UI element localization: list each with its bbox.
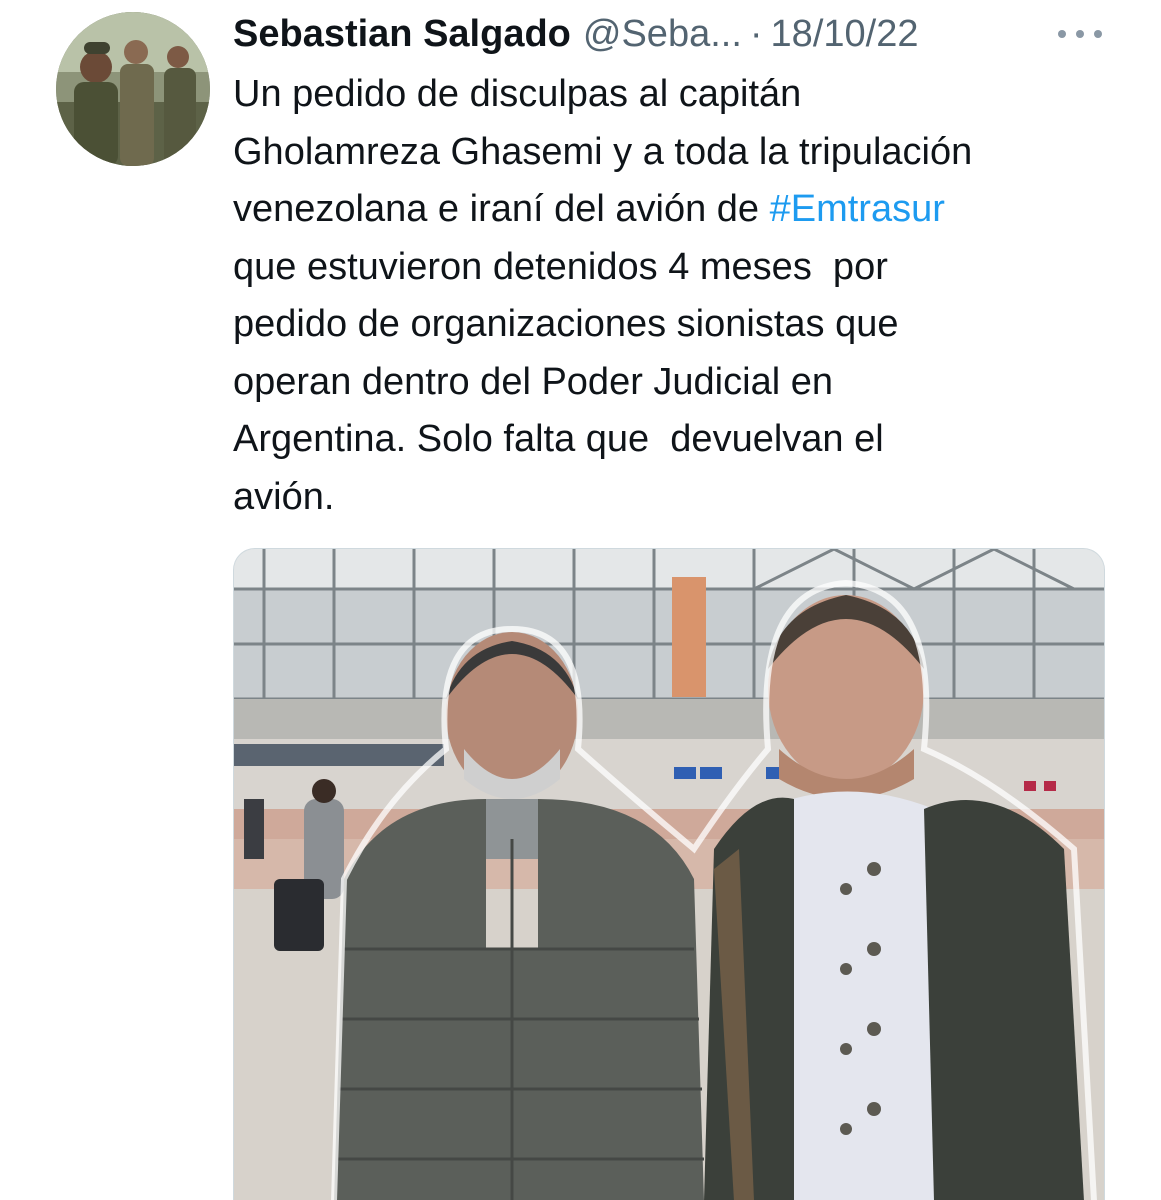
ellipsis-icon[interactable] [1058,22,1102,46]
tweet-header: Sebastian Salgado @Seba... · 18/10/22 [233,10,918,58]
author-avatar[interactable] [56,12,210,166]
hashtag-link[interactable]: #Emtrasur [770,188,945,230]
author-display-name[interactable]: Sebastian Salgado [233,10,571,58]
tweet-text-line: avión. [233,475,335,518]
ellipsis-dot [1076,30,1084,38]
tweet-text-line: operan dentro del Poder Judicial en [233,360,833,403]
tweet-text-line: venezolana e iraní del avión de #Emtrasu… [233,181,1133,239]
tweet-text-line: Un pedido de disculpas al capitán [233,73,802,115]
tweet-card: Sebastian Salgado @Seba... · 18/10/22 Un… [0,0,1161,1200]
ellipsis-dot [1058,30,1066,38]
tweet-text-line: que estuvieron detenidos 4 meses por [233,245,888,288]
tweet-text-line: pedido de organizaciones sionistas que [233,303,899,345]
profile-photo-icon [56,12,210,166]
photo-airport-two-men [234,549,1104,1200]
author-handle[interactable]: @Seba... [583,10,742,58]
tweet-text-line: Gholamreza Ghasemi y a toda la tripulaci… [233,130,973,173]
header-separator: · [749,13,763,55]
tweet-text-line: Argentina. Solo falta que devuelvan el [233,418,884,460]
tweet-photo[interactable] [233,548,1105,1200]
ellipsis-dot [1094,30,1102,38]
tweet-date[interactable]: 18/10/22 [771,10,919,58]
tweet-text-segment: venezolana e iraní del avión de [233,188,770,230]
tweet-text: Un pedido de disculpas al capitán Gholam… [233,66,1133,526]
